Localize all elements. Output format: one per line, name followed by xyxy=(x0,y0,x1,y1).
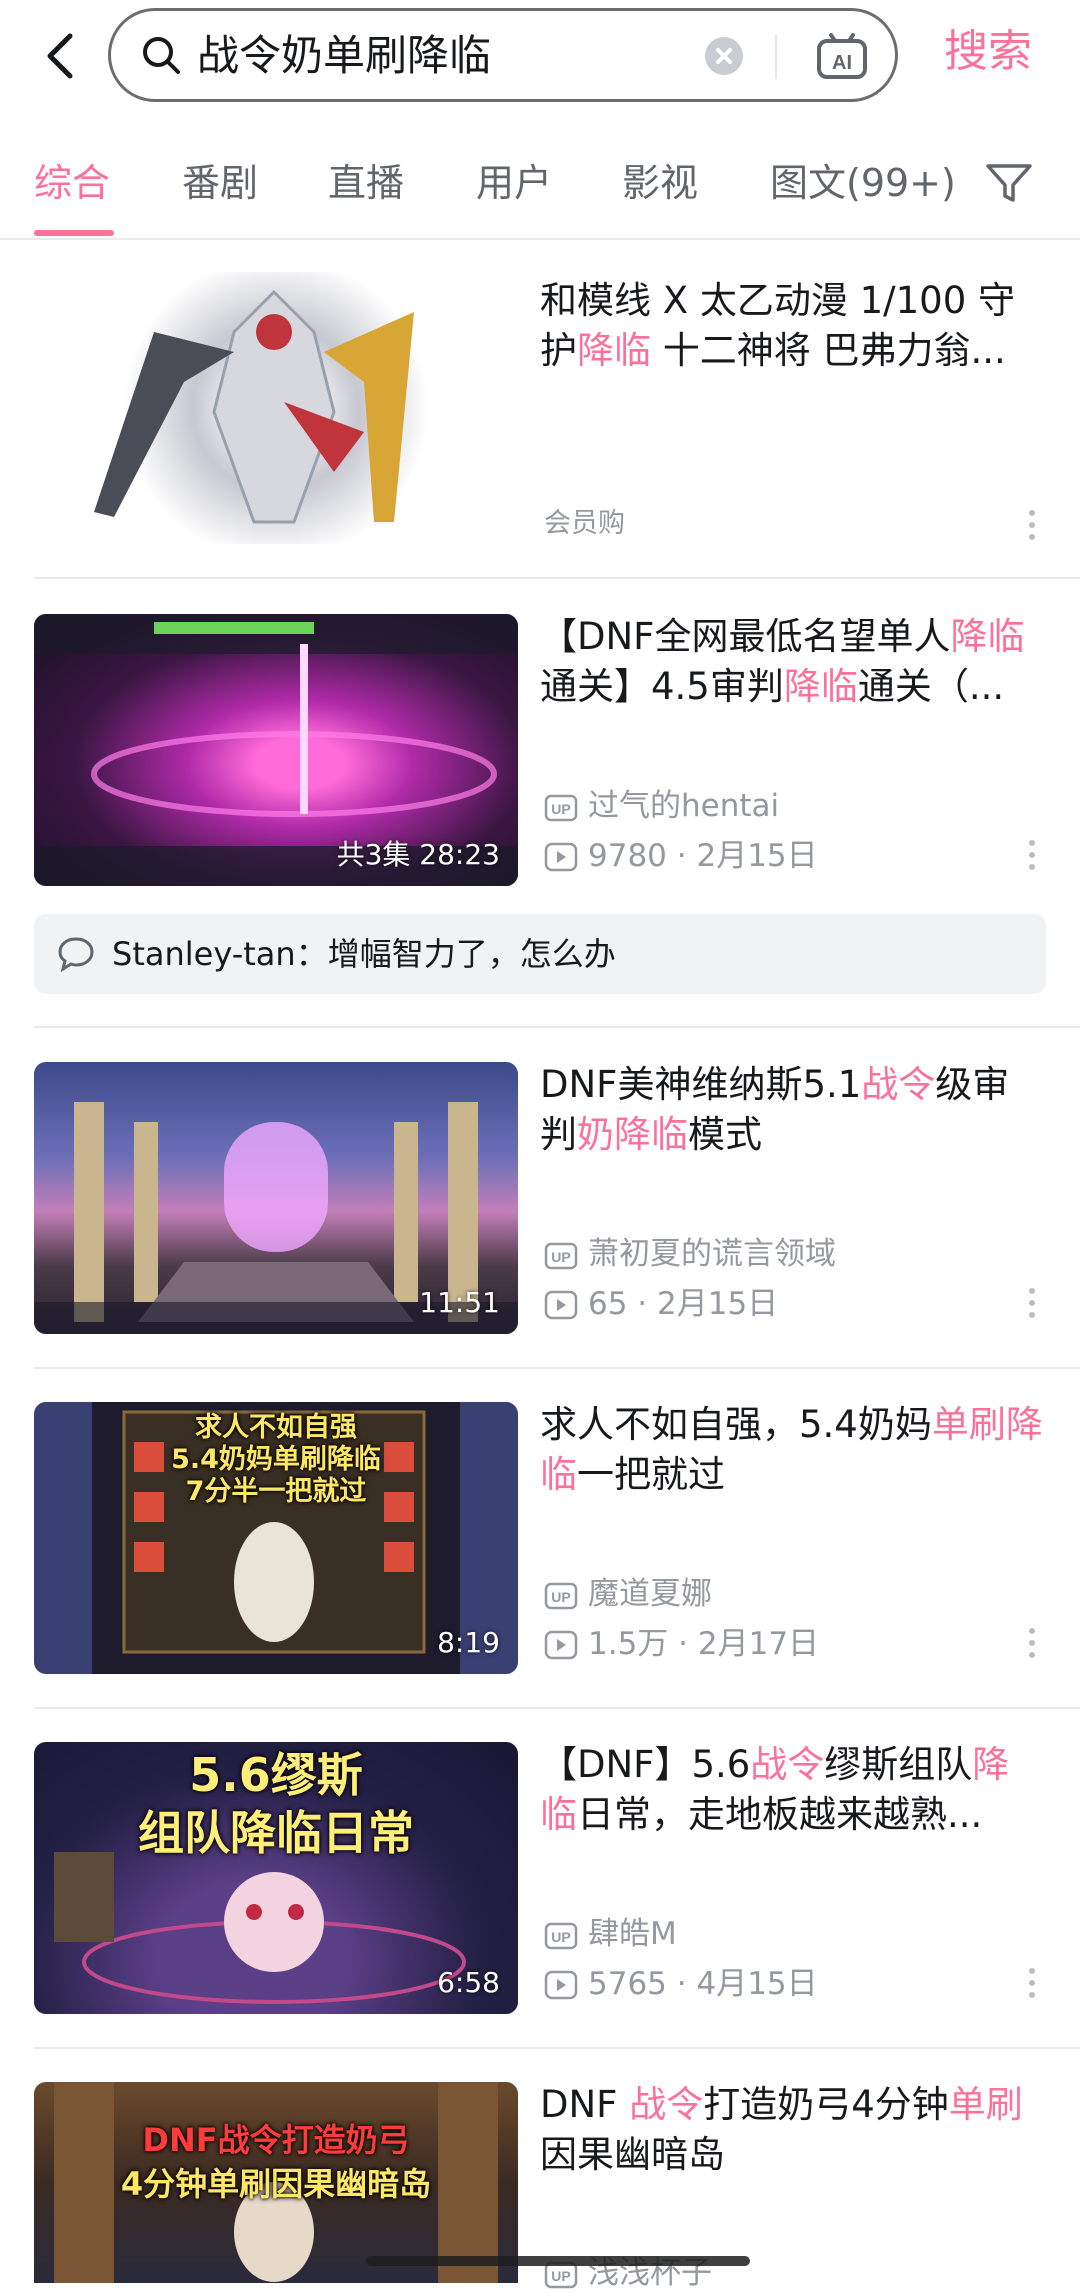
svg-text:UP: UP xyxy=(551,1929,570,1945)
video-thumbnail[interactable]: 求人不如自强 5.4奶妈单刷降临 7分半一把就过 8:19 xyxy=(34,1402,518,1674)
uploader-name[interactable]: 过气的hentai xyxy=(588,788,779,824)
publish-date: 2月15日 xyxy=(696,838,818,874)
thumbnail-caption: DNF战令打造奶弓 4分钟单刷因果幽暗岛 xyxy=(120,2121,432,2203)
svg-text:UP: UP xyxy=(551,801,570,817)
video-stats: 1.5万 · 2月17日 xyxy=(544,1624,819,1664)
uploader[interactable]: UP 肆皓M xyxy=(544,1914,677,1954)
more-options-icon[interactable] xyxy=(1024,836,1040,876)
thumbnail-caption: 求人不如自强 5.4奶妈单刷降临 7分半一把就过 xyxy=(171,1412,381,1507)
result-title[interactable]: 【DNF全网最低名望单人降临通关】4.5审判降临通关（... xyxy=(540,612,1044,712)
uploader[interactable]: UP 过气的hentai xyxy=(544,786,779,826)
comment-text: Stanley-tan：增幅智力了，怎么办 xyxy=(112,935,616,973)
divider xyxy=(775,35,777,79)
video-duration: 共3集 28:23 xyxy=(336,838,500,871)
uploader-name: 魔道夏娜 xyxy=(588,1576,712,1612)
tab-bangumi[interactable]: 番剧 xyxy=(182,158,258,208)
more-options-icon[interactable] xyxy=(1024,1964,1040,2004)
up-badge-icon: UP xyxy=(544,1582,578,1610)
video-duration: 11:51 xyxy=(419,1286,500,1319)
comment-icon xyxy=(58,937,94,973)
divider xyxy=(34,577,1080,579)
back-icon[interactable] xyxy=(34,28,90,84)
result-title[interactable]: DNF美神维纳斯5.1战令级审判奶降临模式 xyxy=(540,1060,1044,1160)
video-stats: 9780 · 2月15日 xyxy=(544,836,818,876)
up-badge-icon: UP xyxy=(544,1242,578,1270)
result-title[interactable]: DNF 战令打造奶弓4分钟单刷因果幽暗岛 xyxy=(540,2080,1044,2180)
uploader-name: 萧初夏的谎言领域 xyxy=(588,1236,836,1272)
divider xyxy=(34,1367,1080,1369)
publish-date: 2月15日 xyxy=(657,1286,779,1322)
clear-icon[interactable] xyxy=(705,37,743,75)
search-header: 战令奶单刷降临 AI 搜索 xyxy=(0,0,1080,128)
tab-articles[interactable]: 图文(99+) xyxy=(770,158,956,208)
ai-search-icon[interactable]: AI xyxy=(815,33,869,81)
search-icon xyxy=(139,33,183,77)
uploader[interactable]: UP 魔道夏娜 xyxy=(544,1574,712,1614)
play-count: 9780 xyxy=(588,838,667,874)
play-count: 5765 xyxy=(588,1966,667,2002)
video-duration: 6:58 xyxy=(437,1966,500,1999)
tab-movies[interactable]: 影视 xyxy=(622,158,698,208)
product-tag: 会员购 xyxy=(544,508,625,539)
divider xyxy=(34,1707,1080,1709)
play-count: 1.5万 xyxy=(588,1626,669,1662)
video-duration: 8:19 xyxy=(437,1626,500,1659)
tab-users[interactable]: 用户 xyxy=(476,158,552,208)
svg-text:UP: UP xyxy=(551,1589,570,1605)
result-title[interactable]: 求人不如自强，5.4奶妈单刷降临一把就过 xyxy=(540,1400,1044,1500)
search-tabs: 综合 番剧 直播 用户 影视 图文(99+) xyxy=(0,128,1080,240)
up-badge-icon: UP xyxy=(544,794,578,822)
publish-date: 2月17日 xyxy=(697,1626,820,1662)
top-comment[interactable]: Stanley-tan：增幅智力了，怎么办 xyxy=(34,914,1046,994)
tab-all[interactable]: 综合 xyxy=(34,158,110,208)
divider xyxy=(34,2047,1080,2049)
home-indicator[interactable] xyxy=(366,2256,750,2266)
product-thumbnail[interactable] xyxy=(34,272,518,544)
active-tab-indicator xyxy=(34,230,114,236)
more-options-icon[interactable] xyxy=(1024,506,1040,546)
filter-icon[interactable] xyxy=(984,158,1034,208)
tab-live[interactable]: 直播 xyxy=(328,158,404,208)
video-thumbnail[interactable]: DNF战令打造奶弓 4分钟单刷因果幽暗岛 xyxy=(34,2082,518,2283)
svg-text:UP: UP xyxy=(551,2268,570,2284)
up-badge-icon: UP xyxy=(544,1922,578,1950)
search-input[interactable]: 战令奶单刷降临 AI xyxy=(108,8,898,102)
video-stats: 65 · 2月15日 xyxy=(544,1284,778,1324)
ai-label: AI xyxy=(832,52,852,74)
uploader-name: 肆皓M xyxy=(588,1916,677,1952)
video-thumbnail[interactable]: 5.6缪斯 组队降临日常 6:58 xyxy=(34,1742,518,2014)
play-count: 65 xyxy=(588,1286,628,1322)
result-title[interactable]: 【DNF】5.6战令缪斯组队降临日常，走地板越来越熟... xyxy=(540,1740,1044,1840)
search-query[interactable]: 战令奶单刷降临 xyxy=(197,30,491,82)
search-button[interactable]: 搜索 xyxy=(944,24,1032,80)
play-count-icon xyxy=(544,842,578,872)
result-title[interactable]: 和模线 X 太乙动漫 1/100 守护降临 十二神将 巴弗力翁... xyxy=(540,276,1044,376)
more-options-icon[interactable] xyxy=(1024,1624,1040,1664)
play-count-icon xyxy=(544,1970,578,2000)
divider xyxy=(34,1026,1080,1028)
play-count-icon xyxy=(544,1630,578,1660)
publish-date: 4月15日 xyxy=(696,1966,818,2002)
video-stats: 5765 · 4月15日 xyxy=(544,1964,818,2004)
play-count-icon xyxy=(544,1290,578,1320)
video-thumbnail[interactable]: 共3集 28:23 xyxy=(34,614,518,886)
more-options-icon[interactable] xyxy=(1024,1284,1040,1324)
uploader[interactable]: UP 萧初夏的谎言领域 xyxy=(544,1234,836,1274)
thumbnail-caption: 5.6缪斯 组队降临日常 xyxy=(138,1748,414,1860)
video-thumbnail[interactable]: 11:51 xyxy=(34,1062,518,1334)
svg-text:UP: UP xyxy=(551,1249,570,1265)
